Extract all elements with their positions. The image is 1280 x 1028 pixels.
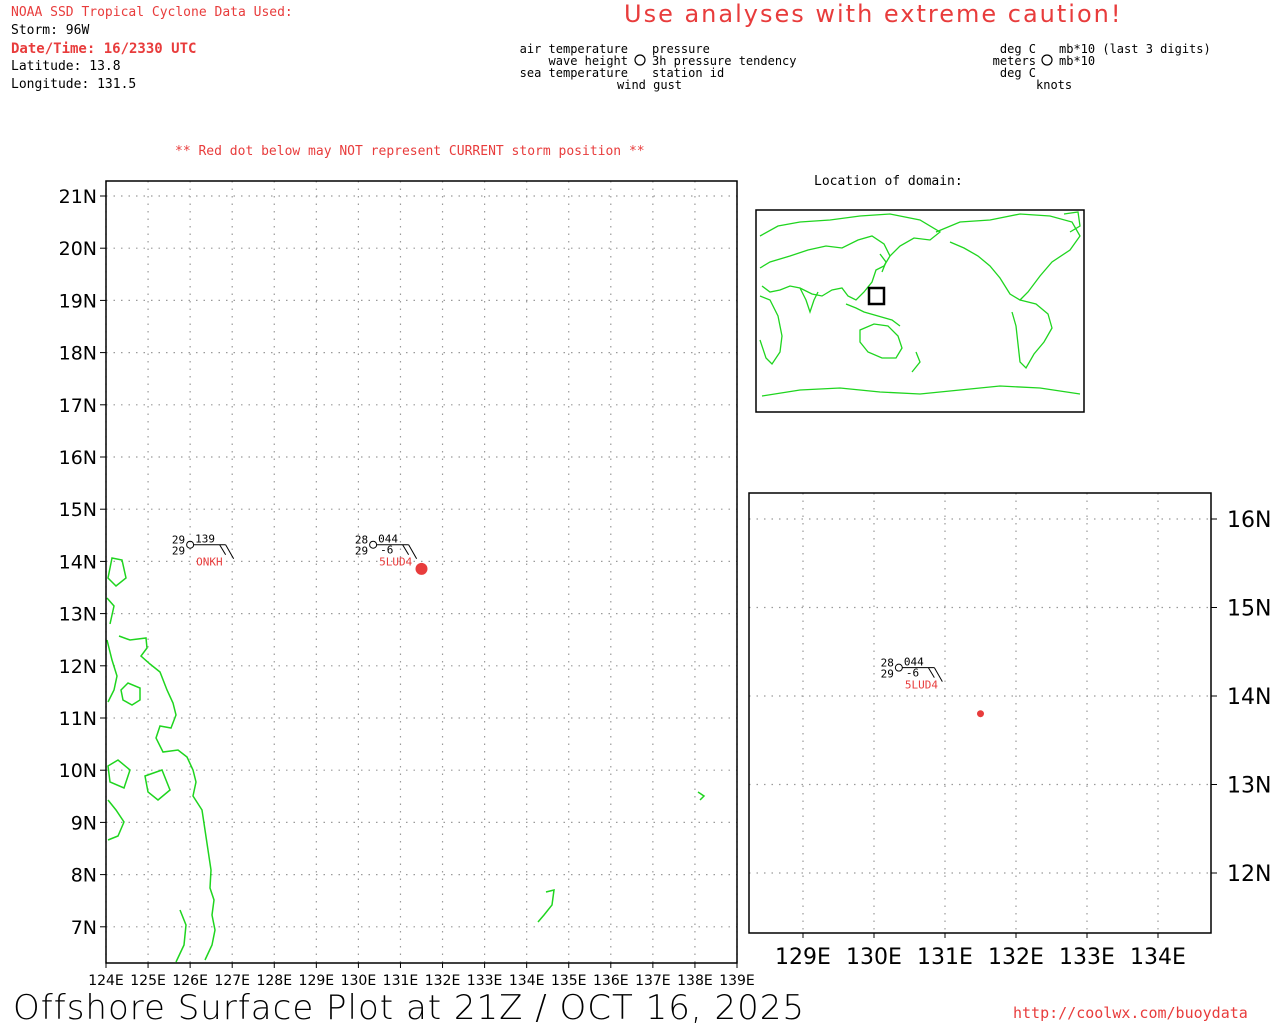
- footer-url[interactable]: http://coolwx.com/buoydata: [1013, 1004, 1248, 1022]
- lon-label: 126E: [172, 973, 208, 989]
- lon-label: 129E: [299, 973, 335, 989]
- mindanao-west: [107, 799, 125, 841]
- zoom-storm-position-dot: [977, 710, 984, 718]
- northern-luzon-edge: [106, 597, 115, 625]
- lon-label: 128E: [256, 973, 292, 989]
- palau-islands: [537, 889, 555, 923]
- station-sea-temp: 29: [172, 545, 185, 558]
- lat-label: 12N: [59, 656, 97, 678]
- samar-island: [120, 682, 141, 706]
- legend-circle-left: [634, 54, 646, 66]
- zoom-lon-label: 131E: [917, 945, 973, 970]
- main-map-coastlines: [106, 557, 706, 963]
- philippines-west-coast: [106, 639, 118, 703]
- station-sea-temp: 29: [355, 545, 368, 558]
- lat-label: 7N: [71, 917, 97, 939]
- station-circle: [369, 540, 378, 549]
- lat-label: 8N: [71, 865, 97, 887]
- zoom-lat-label: 12N: [1227, 862, 1271, 887]
- lat-label: 9N: [71, 812, 97, 834]
- yap-island: [697, 791, 706, 801]
- storm-position-dot: [415, 562, 428, 575]
- lon-label: 124E: [88, 973, 124, 989]
- station-circle: [894, 663, 903, 672]
- station-id: 5LUD4: [905, 679, 938, 692]
- station-pressure: 139: [195, 533, 215, 546]
- lon-label: 135E: [551, 973, 587, 989]
- lon-label: 134E: [509, 973, 545, 989]
- zoom-map-station: 2829044-65LUD4: [881, 656, 943, 692]
- lon-label: 127E: [214, 973, 250, 989]
- lon-label: 136E: [593, 973, 629, 989]
- map-canvas: 21N 20N 19N 18N 17N 16N 15N 14N 13N 12N 11N 10N 9N 8N…: [59, 54, 1271, 989]
- zoom-lat-label: 16N: [1227, 508, 1271, 533]
- lon-label: 139E: [719, 973, 755, 989]
- wind-barb-flag: [225, 544, 235, 559]
- main-map-stations: 29 29 139 ONKH 2829044-65LUD4: [172, 533, 418, 569]
- lat-label: 20N: [59, 238, 97, 260]
- main-map: 21N 20N 19N 18N 17N 16N 15N 14N 13N 12N 11N 10N 9N 8N…: [59, 180, 755, 989]
- catanduanes-island: [107, 557, 127, 588]
- zoom-lon-label: 129E: [775, 945, 831, 970]
- legend-station-circles: [634, 54, 1053, 66]
- lon-label: 132E: [425, 973, 461, 989]
- lon-label: 125E: [130, 973, 166, 989]
- zoom-lat-label: 14N: [1227, 685, 1271, 710]
- zoom-map-longitude-ticks: 129E 130E 131E 132E 133E 134E: [775, 933, 1186, 970]
- zoom-lon-label: 133E: [1059, 945, 1115, 970]
- lon-label: 138E: [677, 973, 713, 989]
- wind-barb-flag: [402, 544, 410, 555]
- inset-frame: [755, 209, 1085, 413]
- lat-label: 14N: [59, 551, 97, 573]
- zoom-lon-label: 134E: [1130, 945, 1186, 970]
- lon-label: 137E: [635, 973, 671, 989]
- zoom-lon-label: 130E: [846, 945, 902, 970]
- inset-world-map: [755, 209, 1085, 413]
- zoom-map: 16N 15N 14N 13N 12N 129E 130E 131E 132E 133E 134E…: [748, 492, 1271, 970]
- bohol-island: [107, 759, 131, 790]
- lat-label: 11N: [59, 708, 97, 730]
- zoom-lat-label: 13N: [1227, 774, 1271, 799]
- lat-label: 15N: [59, 499, 97, 521]
- lat-label: 19N: [59, 290, 97, 312]
- lat-label: 13N: [59, 604, 97, 626]
- station-id: ONKH: [196, 556, 223, 569]
- mindanao-south: [175, 909, 187, 963]
- main-station-model: 2929139ONKH: [172, 533, 235, 569]
- main-station-model: 2829044-65LUD4: [355, 533, 418, 569]
- zoom-lat-label: 15N: [1227, 597, 1271, 622]
- lon-label: 130E: [341, 973, 377, 989]
- main-map-latitude-ticks: 21N 20N 19N 18N 17N 16N 15N 14N 13N 12N 11N 10N 9N 8N…: [59, 186, 106, 939]
- zoom-lon-label: 132E: [988, 945, 1044, 970]
- footer-title: Offshore Surface Plot at 21Z / OCT 16, 2…: [13, 988, 806, 1028]
- zoom-map-latitude-ticks: 16N 15N 14N 13N 12N: [1211, 508, 1271, 887]
- leyte-island: [144, 769, 171, 801]
- lat-label: 18N: [59, 343, 97, 365]
- lon-label: 131E: [383, 973, 419, 989]
- lat-label: 17N: [59, 395, 97, 417]
- wind-barb-flag: [927, 667, 935, 678]
- lat-label: 16N: [59, 447, 97, 469]
- lat-label: 21N: [59, 186, 97, 208]
- legend-circle-right: [1041, 54, 1053, 66]
- lat-label: 10N: [59, 760, 97, 782]
- wind-barb-flag: [219, 544, 227, 555]
- lon-label: 133E: [467, 973, 503, 989]
- station-id: 5LUD4: [379, 556, 412, 569]
- main-map-longitude-ticks: 124E 125E 126E 127E 128E 129E 130E 131E 132E 133E…: [88, 963, 755, 989]
- station-sea-temp: 29: [881, 668, 894, 681]
- zoom-station-model: 2829044-65LUD4: [881, 656, 943, 692]
